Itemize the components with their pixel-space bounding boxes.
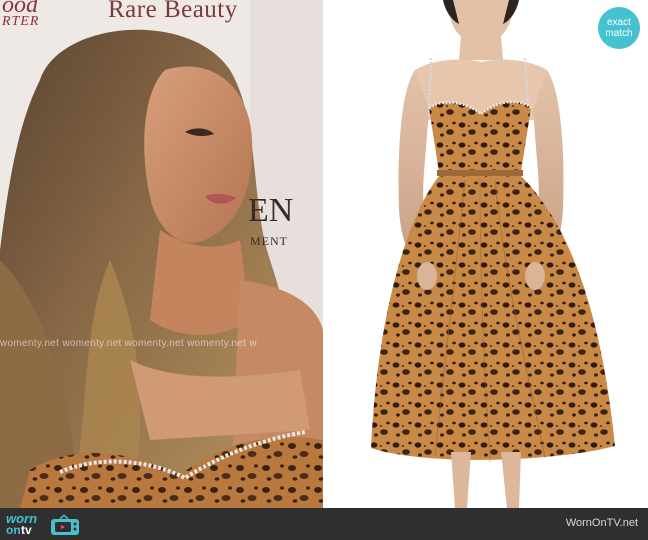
site-name: WornOnTV.net — [565, 517, 638, 529]
backdrop-logo-bottom: RTER — [2, 14, 40, 29]
badge-line-2: match — [605, 28, 633, 39]
backdrop-partial-line: MENT — [250, 234, 288, 248]
backdrop-partial-word: EN — [248, 192, 294, 229]
product-photo — [325, 0, 648, 508]
event-photo-art — [0, 0, 323, 508]
backdrop-brand-text: Rare Beauty — [108, 0, 238, 23]
footer-bar: worn on tv WornOnTV.net — [0, 508, 648, 540]
logo-on-text: on — [6, 523, 21, 537]
event-photo: ood RTER Rare Beauty EN MENT womenty.net… — [0, 0, 323, 508]
leopard-dress-art — [325, 0, 648, 508]
wornontv-logo[interactable]: worn on tv — [6, 511, 86, 537]
exact-match-badge: exact match — [598, 7, 640, 49]
watermark-text: womenty.net womenty.net womenty.net wome… — [0, 338, 257, 349]
badge-line-1: exact — [607, 17, 631, 28]
logo-tv-text: tv — [21, 523, 32, 537]
tv-icon — [51, 514, 79, 535]
